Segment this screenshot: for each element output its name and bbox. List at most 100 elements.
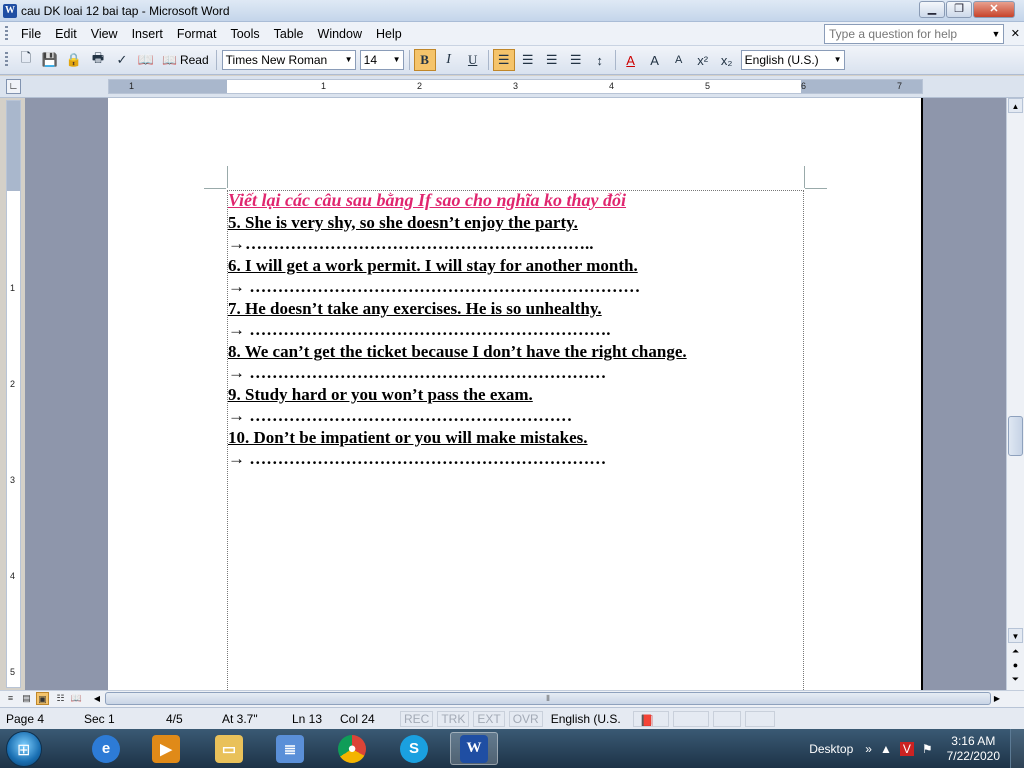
menu-file[interactable]: File [14, 27, 48, 41]
close-doc-icon[interactable]: ✕ [1011, 27, 1020, 40]
internet-explorer-icon[interactable]: e [82, 732, 130, 765]
status-position: At 3.7" [222, 711, 258, 726]
word-taskbar-icon[interactable]: W [450, 732, 498, 765]
grow-font-icon[interactable]: A [644, 49, 666, 71]
menu-window[interactable]: Window [311, 27, 369, 41]
vertical-scroll-thumb[interactable] [1008, 416, 1023, 456]
vruler-number: 4 [10, 571, 16, 581]
research-icon[interactable]: 📖 [135, 49, 157, 71]
new-document-icon[interactable]: 🗋 [15, 49, 37, 71]
overtype-indicator[interactable]: OVR [508, 710, 543, 727]
menu-help[interactable]: Help [369, 27, 409, 41]
restore-button[interactable]: ❐ [946, 1, 972, 18]
outline-view-icon[interactable]: ☷ [54, 692, 67, 705]
spelling-icon[interactable]: ✓ [111, 49, 133, 71]
record-macro-indicator[interactable]: REC [400, 710, 434, 727]
help-search-input[interactable]: Type a question for help ▼ [824, 24, 1004, 44]
print-icon[interactable]: 🖶 [87, 49, 109, 71]
scroll-down-icon[interactable]: ▼ [1008, 628, 1023, 643]
chevron-down-icon[interactable]: ▼ [832, 51, 844, 69]
line-spacing-icon[interactable]: ↕ [589, 49, 611, 71]
start-button[interactable]: ⊞ [6, 731, 42, 767]
toolbar-separator [487, 50, 489, 70]
web-layout-icon[interactable]: ▤ [20, 692, 33, 705]
menu-tools[interactable]: Tools [223, 27, 266, 41]
previous-page-icon[interactable]: ⏶ [1009, 646, 1022, 657]
menu-insert[interactable]: Insert [125, 27, 170, 41]
align-center-icon[interactable]: ☰ [517, 49, 539, 71]
document-page[interactable]: Viết lại các câu sau bằng If sao cho ngh… [108, 98, 923, 690]
shrink-font-icon[interactable]: A [668, 49, 690, 71]
horizontal-scroll-track[interactable]: ⦀ [105, 692, 1005, 706]
vietnamese-input-icon[interactable]: V [899, 741, 914, 756]
media-player-icon[interactable]: ▶ [142, 732, 190, 765]
ruler-number: 1 [129, 81, 135, 91]
font-color-icon[interactable]: A [620, 49, 642, 71]
toolbar: 🗋 💾 🔒 🖶 ✓ 📖 📖 Read Times New Roman ▼ 14 … [0, 46, 1024, 75]
align-right-icon[interactable]: ☰ [541, 49, 563, 71]
notepad-icon[interactable]: ≣ [266, 732, 314, 765]
permission-icon[interactable]: 🔒 [63, 49, 85, 71]
bold-button[interactable]: B [413, 49, 436, 71]
reading-layout-icon[interactable]: 📖 [70, 692, 83, 705]
font-size-select[interactable]: 14 ▼ [359, 50, 404, 70]
crop-mark [204, 188, 226, 189]
menu-grip[interactable] [5, 25, 8, 42]
print-layout-icon[interactable]: ▣ [36, 692, 49, 705]
horizontal-ruler[interactable]: 1 1 2 3 4 5 6 7 [108, 79, 923, 94]
normal-view-icon[interactable]: ≡ [4, 692, 17, 705]
menu-table[interactable]: Table [267, 27, 311, 41]
font-name-value: Times New Roman [225, 53, 328, 67]
status-empty-cell [672, 710, 709, 727]
toolbar-grip[interactable] [5, 52, 8, 68]
chrome-icon[interactable]: ● [328, 732, 376, 765]
close-button[interactable]: ✕ [973, 1, 1015, 18]
spelling-status-icon[interactable]: 📕 [632, 710, 669, 727]
underline-button[interactable]: U [462, 49, 484, 71]
vertical-scrollbar[interactable]: ▲ ▼ ⏶ ● ⏷ [1006, 98, 1024, 690]
ruler-number: 6 [801, 81, 807, 91]
menu-edit[interactable]: Edit [48, 27, 84, 41]
clock[interactable]: 3:16 AM 7/22/2020 [937, 734, 1010, 764]
minimize-button[interactable]: ▁ [919, 1, 945, 18]
browse-object-icon[interactable]: ● [1009, 660, 1022, 670]
desktop-toolbar-label[interactable]: Desktop [801, 742, 861, 756]
font-name-select[interactable]: Times New Roman ▼ [221, 50, 356, 70]
show-hidden-icons[interactable]: ▲ [880, 742, 892, 756]
document-body[interactable]: Viết lại các câu sau bằng If sao cho ngh… [228, 190, 803, 470]
menu-view[interactable]: View [84, 27, 125, 41]
font-size-value: 14 [363, 53, 377, 67]
italic-button[interactable]: I [438, 49, 460, 71]
skype-icon[interactable]: S [390, 732, 438, 765]
status-section: Sec 1 [84, 711, 115, 726]
extend-selection-indicator[interactable]: EXT [473, 710, 505, 727]
show-desktop-button[interactable] [1010, 729, 1024, 768]
scroll-left-icon[interactable]: ◀ [90, 692, 104, 706]
status-language[interactable]: English (U.S. [545, 710, 631, 728]
next-page-icon[interactable]: ⏷ [1009, 674, 1022, 685]
align-left-icon[interactable]: ☰ [492, 49, 515, 71]
menu-format[interactable]: Format [170, 27, 224, 41]
chevron-icon[interactable]: » [865, 742, 872, 756]
tab-selector[interactable]: ∟ [6, 79, 21, 94]
chevron-down-icon[interactable]: ▼ [391, 51, 403, 69]
chevron-down-icon[interactable]: ▼ [343, 51, 355, 69]
justify-icon[interactable]: ☰ [565, 49, 587, 71]
network-icon[interactable]: ⚑ [922, 742, 933, 756]
subscript-icon[interactable]: x₂ [716, 49, 738, 71]
answer-line-5: →…………………………………………………….. [228, 234, 594, 253]
file-explorer-icon[interactable]: ▭ [205, 732, 253, 765]
scroll-right-icon[interactable]: ▶ [990, 692, 1004, 706]
superscript-icon[interactable]: x² [692, 49, 714, 71]
chevron-down-icon[interactable]: ▼ [990, 25, 1002, 43]
track-changes-indicator[interactable]: TRK [437, 710, 470, 727]
save-icon[interactable]: 💾 [39, 49, 61, 71]
scroll-up-icon[interactable]: ▲ [1008, 98, 1023, 113]
horizontal-scroll-thumb[interactable]: ⦀ [105, 692, 991, 705]
vertical-ruler[interactable]: 1 2 3 4 5 [6, 100, 21, 688]
language-select[interactable]: English (U.S.) ▼ [740, 50, 845, 70]
answer-line-10: → ……………………………………………………… [228, 449, 607, 468]
word-app-icon[interactable]: W [3, 3, 17, 18]
title-bar: W cau DK loai 12 bai tap - Microsoft Wor… [0, 0, 1024, 22]
read-button[interactable]: 📖 Read [158, 53, 213, 67]
